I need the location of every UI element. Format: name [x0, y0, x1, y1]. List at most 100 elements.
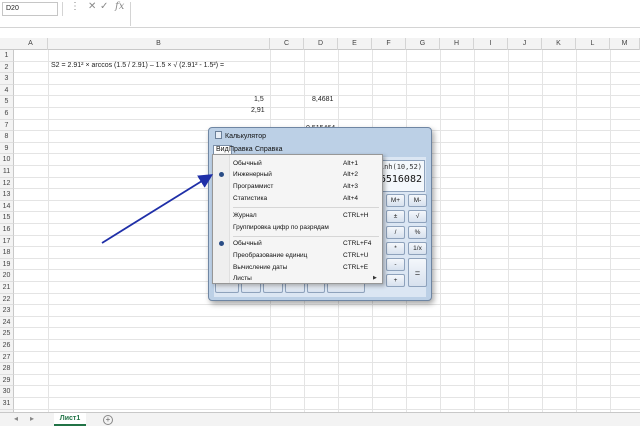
- column-header-g[interactable]: G: [406, 38, 440, 50]
- calculator-app-icon: [215, 131, 222, 139]
- formula-bar: D20 ⋮ ✕ ✓ fx: [0, 0, 640, 28]
- button-multiply[interactable]: *: [386, 242, 405, 255]
- column-header-m[interactable]: M: [610, 38, 640, 50]
- row-header[interactable]: 31: [0, 398, 14, 410]
- row-header[interactable]: 14: [0, 200, 14, 213]
- view-dropdown-menu: Обычный Alt+1 Инженерный Alt+2 Программи…: [212, 154, 383, 284]
- row-header[interactable]: 1: [0, 50, 14, 62]
- row-header[interactable]: 7: [0, 119, 14, 132]
- column-header-a[interactable]: A: [14, 38, 48, 50]
- grid-hline: [14, 327, 640, 329]
- submenu-arrow-icon: ▶: [373, 275, 377, 281]
- column-header-h[interactable]: H: [440, 38, 474, 50]
- row-header[interactable]: 26: [0, 340, 14, 352]
- row-header[interactable]: 25: [0, 328, 14, 340]
- menu-item-basic[interactable]: Обычный CTRL+F4: [213, 238, 382, 249]
- row-header[interactable]: 12: [0, 177, 14, 190]
- column-header-bar: A B C D E F G H I J K L M: [0, 38, 640, 50]
- grid-hline: [14, 362, 640, 364]
- prev-sheet-icon[interactable]: ◂: [14, 414, 18, 423]
- menu-item-date-calculation[interactable]: Вычисление даты CTRL+E: [213, 262, 382, 273]
- row-header[interactable]: 13: [0, 189, 14, 201]
- row-header[interactable]: 4: [0, 84, 14, 97]
- row-header[interactable]: 18: [0, 247, 14, 259]
- formula-separator: [62, 2, 63, 16]
- grid-hline: [14, 72, 640, 74]
- fx-icon[interactable]: fx: [115, 1, 124, 12]
- button-plus[interactable]: +: [386, 274, 405, 287]
- row-header[interactable]: 17: [0, 235, 14, 248]
- calculator-title: Калькулятор: [215, 131, 266, 140]
- button-sqrt[interactable]: √: [408, 210, 427, 223]
- row-header[interactable]: 30: [0, 386, 14, 398]
- button-plus-minus[interactable]: ±: [386, 210, 405, 223]
- row-header[interactable]: 23: [0, 305, 14, 317]
- row-header[interactable]: 6: [0, 108, 14, 120]
- row-header[interactable]: 21: [0, 282, 14, 294]
- column-header-d[interactable]: D: [304, 38, 338, 50]
- button-reciprocal[interactable]: 1/x: [408, 242, 427, 255]
- cell-c5[interactable]: 1,5: [254, 94, 264, 105]
- grid-hline: [14, 304, 640, 306]
- grid-hline: [14, 315, 640, 317]
- grid-hline: [14, 408, 640, 410]
- row-header[interactable]: 5: [0, 96, 14, 108]
- button-percent[interactable]: %: [408, 226, 427, 239]
- menu-item-digit-grouping[interactable]: Группировка цифр по разрядам: [213, 222, 382, 233]
- formula-input[interactable]: [130, 2, 638, 26]
- menu-item-worksheets[interactable]: Листы ▶: [213, 273, 382, 284]
- grid-hline: [14, 118, 640, 120]
- cancel-icon[interactable]: ✕: [88, 1, 96, 12]
- button-equals[interactable]: =: [408, 258, 427, 287]
- row-header[interactable]: 8: [0, 131, 14, 143]
- row-header[interactable]: 24: [0, 316, 14, 329]
- menu-separator: [233, 236, 379, 237]
- row-header[interactable]: 2: [0, 61, 14, 74]
- row-header[interactable]: 27: [0, 351, 14, 364]
- button-divide[interactable]: /: [386, 226, 405, 239]
- sheet-tab-bar: ◂ ▸ Лист1 +: [0, 412, 640, 426]
- menu-separator: [233, 207, 379, 208]
- grid-hline: [14, 373, 640, 375]
- column-header-b[interactable]: B: [48, 38, 270, 50]
- enter-icon[interactable]: ✓: [100, 1, 108, 12]
- row-header[interactable]: 28: [0, 363, 14, 375]
- add-sheet-icon[interactable]: +: [103, 415, 113, 425]
- menu-item-history[interactable]: Журнал CTRL+H: [213, 210, 382, 221]
- menu-item-programmer[interactable]: Программист Alt+3: [213, 181, 382, 192]
- cell-d5[interactable]: 8,4681: [312, 94, 333, 105]
- menu-item-unit-conversion[interactable]: Преобразование единиц CTRL+U: [213, 250, 382, 261]
- next-sheet-icon[interactable]: ▸: [30, 414, 34, 423]
- menu-item-scientific[interactable]: Инженерный Alt+2: [213, 169, 382, 180]
- column-header-c[interactable]: C: [270, 38, 304, 50]
- cell-c6[interactable]: 2,91: [251, 105, 265, 116]
- menu-item-statistics[interactable]: Статистика Alt+4: [213, 193, 382, 204]
- radio-bullet-icon: [219, 241, 224, 246]
- column-header-e[interactable]: E: [338, 38, 372, 50]
- grid-hline: [14, 107, 640, 108]
- row-header[interactable]: 22: [0, 293, 14, 306]
- button-m-minus[interactable]: M-: [408, 194, 427, 207]
- sheet-tab-active[interactable]: Лист1: [54, 413, 86, 426]
- row-header[interactable]: 29: [0, 374, 14, 387]
- row-header[interactable]: 20: [0, 270, 14, 282]
- row-header[interactable]: 19: [0, 258, 14, 271]
- button-m-plus[interactable]: M+: [386, 194, 405, 207]
- cell-b2[interactable]: S2 = 2.91² × arccos (1.5 / 2.91) – 1.5 ×…: [51, 60, 224, 71]
- dots-icon: ⋮: [70, 1, 80, 12]
- row-header[interactable]: 9: [0, 142, 14, 155]
- row-header[interactable]: 16: [0, 224, 14, 236]
- row-header[interactable]: 10: [0, 154, 14, 166]
- row-header[interactable]: 11: [0, 166, 14, 178]
- button-minus[interactable]: -: [386, 258, 405, 271]
- row-header[interactable]: 3: [0, 73, 14, 85]
- column-header-l[interactable]: L: [576, 38, 610, 50]
- grid-hline: [14, 83, 640, 85]
- column-header-f[interactable]: F: [372, 38, 406, 50]
- column-header-j[interactable]: J: [508, 38, 542, 50]
- menu-item-standard[interactable]: Обычный Alt+1: [213, 158, 382, 169]
- column-header-k[interactable]: K: [542, 38, 576, 50]
- column-header-i[interactable]: I: [474, 38, 508, 50]
- name-box[interactable]: D20: [2, 2, 58, 16]
- row-header[interactable]: 15: [0, 212, 14, 224]
